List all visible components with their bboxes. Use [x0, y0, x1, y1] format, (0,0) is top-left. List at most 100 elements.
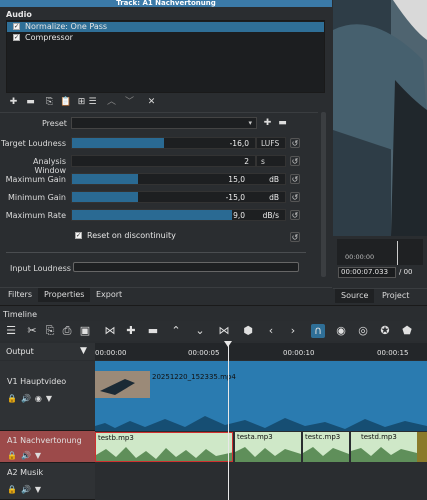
scrubber[interactable]: 00:00:00 [337, 239, 423, 265]
ripple-delete-icon[interactable]: ⋈ [103, 324, 117, 338]
scrub-icon[interactable]: ◉ [334, 324, 348, 338]
clip-thumbnail [95, 371, 150, 398]
prev-marker-icon[interactable]: ‹ [264, 324, 278, 338]
reset-icon[interactable]: ↺ [290, 192, 300, 202]
next-marker-icon[interactable]: › [286, 324, 300, 338]
target-loudness-unit: LUFS [256, 137, 286, 149]
tab-properties[interactable]: Properties [38, 288, 91, 302]
track-header-v1[interactable]: V1 Hauptvideo 🔒🔊◉▼ [0, 361, 95, 431]
maximum-rate-slider[interactable]: 9,0 dB/s [71, 209, 286, 221]
filter-item-compressor[interactable]: ✓ Compressor [7, 33, 324, 43]
database-icon[interactable]: ☰ [87, 97, 98, 108]
slider-value: 2 [244, 157, 249, 166]
tab-filters[interactable]: Filters [2, 288, 38, 302]
reset-icon[interactable]: ↺ [290, 156, 300, 166]
analysis-window-unit: s [256, 155, 286, 167]
maximum-gain-label: Maximum Gain [5, 175, 66, 184]
tab-project[interactable]: Project [376, 289, 415, 303]
track-controls[interactable]: 🔒🔊◉▼ [7, 394, 56, 403]
overwrite-icon[interactable]: ⌄ [193, 324, 207, 338]
audio-track-a2[interactable] [95, 463, 427, 500]
audio-clip[interactable]: testc.mp3 [303, 432, 349, 462]
track-name: A1 Nachvertonung [7, 436, 82, 445]
add-preset-icon[interactable]: ✚ [262, 118, 273, 129]
maximum-rate-label: Maximum Rate [5, 211, 66, 220]
reset-discontinuity-checkbox[interactable]: ✓ Reset on discontinuity [75, 231, 176, 240]
audio-clip[interactable]: testd.mp3 [351, 432, 417, 462]
track-controls[interactable]: 🔒🔊▼ [7, 451, 45, 460]
reset-icon[interactable]: ↺ [290, 138, 300, 148]
checkbox-icon[interactable]: ✓ [13, 23, 20, 30]
minimum-gain-slider[interactable]: -15,0 dB [71, 191, 286, 203]
copy-icon[interactable]: ⎘ [43, 324, 57, 338]
reset-icon[interactable]: ↺ [290, 174, 300, 184]
remove-filter-icon[interactable]: ▬ [25, 97, 36, 108]
time-ruler[interactable]: 00:00:00 00:00:05 00:00:10 00:00:15 [95, 343, 427, 360]
preset-label: Preset [42, 119, 67, 128]
menu-icon[interactable]: ☰ [4, 324, 18, 338]
remove-icon[interactable]: ▬ [146, 324, 160, 338]
analysis-window-slider[interactable]: 2 [71, 155, 256, 167]
append-icon[interactable]: ▣ [78, 324, 92, 338]
waveform [351, 447, 417, 462]
slider-unit: dB/s [262, 211, 279, 220]
checkbox-label: Reset on discontinuity [87, 231, 176, 240]
preset-combo[interactable]: ▾ [71, 117, 257, 129]
preview-controls: 00:00:00 00:00:07.033 / 00 Source Projec… [333, 236, 427, 303]
add-filter-icon[interactable]: ✚ [8, 97, 19, 108]
target-loudness-slider[interactable]: -16,0 [71, 137, 256, 149]
close-icon[interactable]: ✕ [146, 97, 157, 108]
tab-source[interactable]: Source [335, 289, 375, 303]
audio-clip[interactable]: testa.mp3 [235, 432, 301, 462]
track-controls[interactable]: 🔒🔊▼ [7, 485, 45, 494]
waveform [96, 447, 232, 461]
video-preview[interactable] [333, 0, 427, 236]
playhead-handle-icon[interactable] [224, 341, 232, 347]
ruler-label: 00:00:05 [188, 349, 220, 357]
filter-item-normalize[interactable]: ✓ Normalize: One Pass [7, 22, 324, 32]
maximum-gain-slider[interactable]: 15,0 dB [71, 173, 286, 185]
ripple-markers-icon[interactable]: ⬟ [400, 324, 414, 338]
save-preset-icon[interactable]: ⊞ [76, 97, 87, 108]
paste-icon[interactable]: ⎙ [60, 324, 74, 338]
track-name: A2 Musik [7, 468, 44, 477]
timeline-playhead[interactable] [228, 343, 229, 500]
reset-icon[interactable]: ↺ [290, 232, 300, 242]
audio-clip[interactable]: testb.mp3 [95, 432, 233, 462]
checkbox-icon[interactable]: ✓ [13, 34, 20, 41]
split-icon[interactable]: ⋈ [217, 324, 231, 338]
cut-icon[interactable]: ✂ [25, 324, 39, 338]
paste-filter-icon[interactable]: 📋 [60, 97, 71, 108]
lift-icon[interactable]: ⌃ [169, 324, 183, 338]
tab-export[interactable]: Export [90, 288, 128, 302]
reset-icon[interactable]: ↺ [290, 210, 300, 220]
slider-value: -16,0 [229, 139, 249, 148]
filter-item-label: Compressor [25, 33, 73, 42]
remove-preset-icon[interactable]: ▬ [277, 118, 288, 129]
ruler-label: 00:00:15 [377, 349, 409, 357]
track-header-a2[interactable]: A2 Musik 🔒🔊▼ [0, 463, 95, 500]
filter-list[interactable]: ✓ Normalize: One Pass ✓ Compressor [6, 20, 325, 93]
audio-clip-end[interactable] [417, 432, 427, 462]
ripple-icon[interactable]: ◎ [356, 324, 370, 338]
track-header-a1[interactable]: A1 Nachvertonung 🔒🔊▼ [0, 431, 95, 463]
snap-icon[interactable]: ∩ [311, 324, 325, 338]
filter-icon[interactable]: ▼ [80, 346, 87, 356]
marker-icon[interactable]: ⬢ [241, 324, 255, 338]
copy-filter-icon[interactable]: ⎘ [44, 97, 55, 108]
video-clip[interactable]: 20251220_152335.mp4 [95, 361, 427, 431]
audio-track-a1[interactable]: testb.mp3 testa.mp3 testc.mp3 testd.mp3 [95, 431, 427, 463]
checkbox-icon[interactable]: ✓ [75, 232, 82, 239]
timeline-label: Timeline [3, 310, 38, 319]
clip-label: testb.mp3 [98, 434, 134, 442]
timecode-field[interactable]: 00:00:07.033 [338, 267, 396, 278]
add-icon[interactable]: ✚ [124, 324, 138, 338]
move-down-icon[interactable]: ﹀ [124, 97, 135, 108]
divider [0, 112, 318, 113]
slider-value: -15,0 [225, 193, 245, 202]
move-up-icon[interactable]: ︿ [106, 97, 117, 108]
slider-value: 15,0 [228, 175, 245, 184]
audio-heading: Audio [6, 10, 32, 19]
panel-scrollbar[interactable] [321, 112, 326, 277]
ripple-all-icon[interactable]: ✪ [378, 324, 392, 338]
